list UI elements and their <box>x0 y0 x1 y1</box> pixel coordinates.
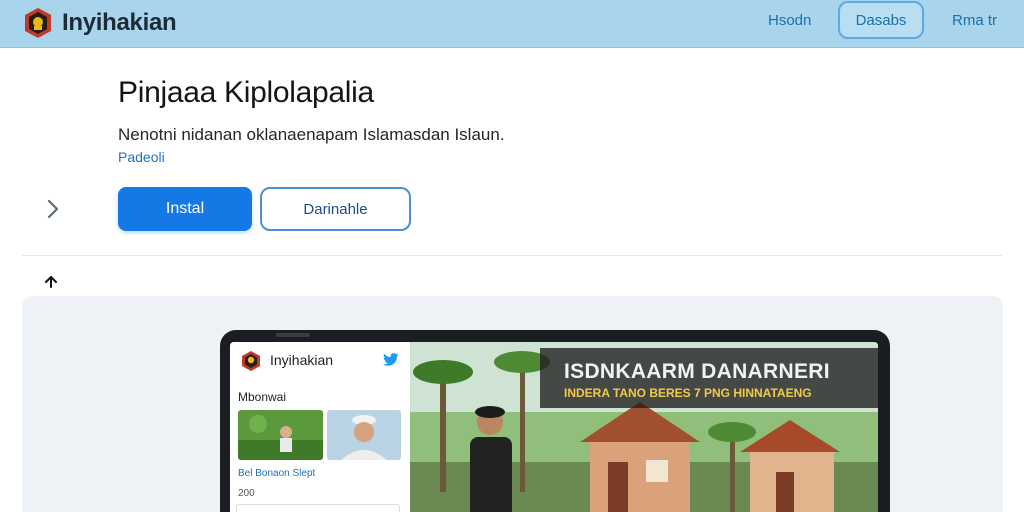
device-speaker <box>276 333 310 337</box>
section-divider <box>22 255 1002 256</box>
secondary-button[interactable]: Darinahle <box>260 187 411 231</box>
arrow-up-icon[interactable] <box>43 274 59 290</box>
app-name: Inyihakian <box>270 352 334 368</box>
twitter-icon[interactable] <box>383 353 399 367</box>
app-caption[interactable]: Bel Bonaon Slept <box>238 468 315 479</box>
brand-name: Inyihakian <box>62 9 177 36</box>
chevron-right-icon[interactable] <box>42 198 64 220</box>
nav-link-3[interactable]: Rma tr <box>952 12 997 29</box>
app-side-panel: Inyihakian Mbonwai Bel Bonaon Slept 200 <box>230 342 410 512</box>
top-navigation-bar: Inyihakian Hsodn Dasabs Rma tr <box>0 0 1024 48</box>
sub-link[interactable]: Padeoli <box>118 149 165 165</box>
nav-link-1[interactable]: Hsodn <box>768 12 811 29</box>
install-button[interactable]: Instal <box>118 187 252 231</box>
app-section-title: Mbonwai <box>238 390 287 404</box>
thumbnail-image-1[interactable] <box>238 410 323 460</box>
app-count: 200 <box>238 488 255 499</box>
page-root: Inyihakian Hsodn Dasabs Rma tr Pinjaaa K… <box>0 0 1024 512</box>
page-title: Pinjaaa Kiplolapalia <box>118 76 374 109</box>
app-logo-icon <box>242 351 260 371</box>
brand-logo-icon <box>25 8 51 38</box>
page-description: Nenotni nidanan oklanaenapam Islamasdan … <box>118 125 505 144</box>
banner-title: ISDNKAARM DANARNERI <box>564 360 830 383</box>
banner-subtitle: INDERA TANO BERES 7 PNG HINNATAENG <box>564 386 812 400</box>
device-screen: Inyihakian Mbonwai Bel Bonaon Slept 200 <box>230 342 878 512</box>
nav-button[interactable]: Dasabs <box>838 1 924 39</box>
thumbnail-image-2[interactable] <box>327 410 401 460</box>
brand[interactable]: Inyihakian <box>22 6 177 40</box>
app-input-field[interactable] <box>236 504 400 512</box>
